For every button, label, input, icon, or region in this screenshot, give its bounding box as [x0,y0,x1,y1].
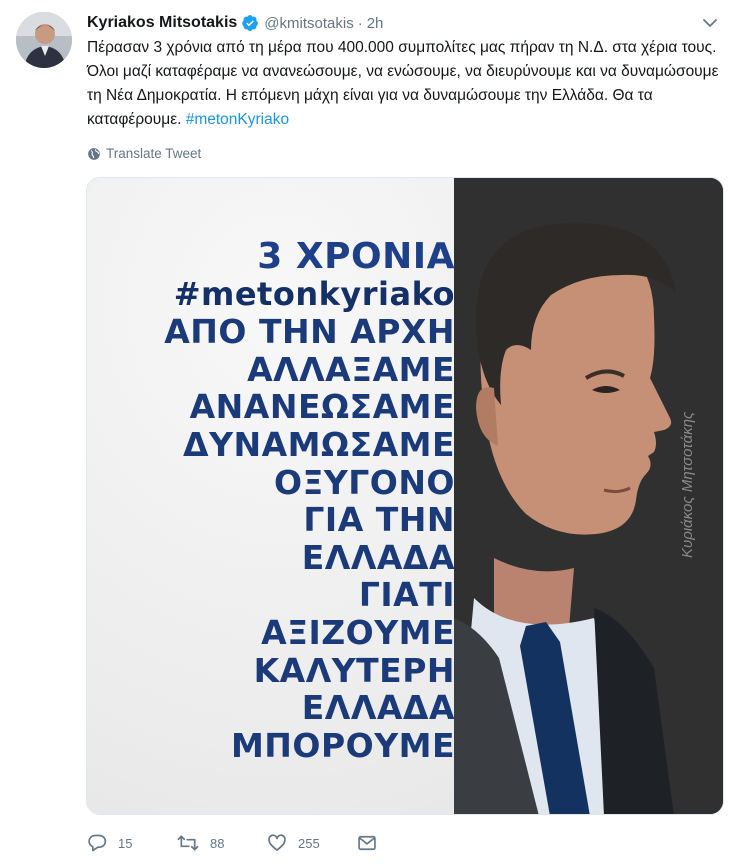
avatar[interactable] [16,12,72,68]
tweet-media-image[interactable]: 3 ΧΡΟΝΙΑ #metonkyriako ΑΠΟ ΤΗΝ ΑΡΧΗ ΑΛΛΑ… [86,177,724,815]
slogan-line: ΓΙΑΤΙ [358,575,455,615]
like-button[interactable]: 255 [267,833,357,853]
chevron-down-icon[interactable] [701,14,719,32]
verified-badge-icon [242,15,259,31]
tweet-actions: 15 88 255 [87,832,388,854]
slogan-line: #metonkyriako [173,274,455,313]
direct-message-icon [358,835,376,851]
retweet-count: 88 [210,835,225,851]
slogan-line: ΕΛΛΑΔΑ [301,688,455,728]
like-icon [268,834,286,851]
slogan-line: ΜΠΟΡΟΥΜΕ [230,725,455,765]
slogan-line: ΓΙΑ ΤΗΝ [303,500,455,540]
slogan-text: 3 ΧΡΟΝΙΑ #metonkyriako ΑΠΟ ΤΗΝ ΑΡΧΗ ΑΛΛΑ… [87,238,455,764]
slogan-line: ΟΞΥΓΟΝΟ [273,462,455,502]
reply-button[interactable]: 15 [87,833,177,853]
slogan-line: 3 ΧΡΟΝΙΑ [257,236,455,277]
retweet-button[interactable]: 88 [177,833,267,853]
like-count: 255 [298,835,320,851]
slogan-line: ΚΑΛΥΤΕΡΗ [253,650,455,690]
reply-icon [88,834,107,852]
slogan-line: ΑΝΑΝΕΩΣΑΜΕ [189,387,455,427]
translate-label: Translate Tweet [106,146,202,161]
author-handle[interactable]: @kmitsotakis [264,15,353,32]
translate-tweet-button[interactable]: Translate Tweet [87,146,201,161]
globe-icon [88,147,100,160]
avatar-photo [16,12,72,68]
author-name[interactable]: Kyriakos Mitsotakis [87,14,237,32]
direct-message-button[interactable] [357,833,388,853]
retweet-icon [177,835,199,851]
tweet-body: Πέρασαν 3 χρόνια από τη μέρα που 400.000… [87,39,719,128]
slogan-line: ΑΛΛΑΞΑΜΕ [247,349,455,389]
header-separator: · [357,14,363,32]
slogan-line: ΑΞΙΖΟΥΜΕ [261,612,455,652]
signature-watermark: Κυριάκος Μητσοτάκης [679,411,696,558]
tweet-text: Πέρασαν 3 χρόνια από τη μέρα που 400.000… [87,36,727,132]
tweet[interactable]: Kyriakos Mitsotakis @kmitsotakis · 2h Πέ… [0,0,735,868]
tweet-time[interactable]: 2h [367,15,384,32]
hashtag-link[interactable]: #metonKyriako [186,111,289,128]
tweet-header: Kyriakos Mitsotakis @kmitsotakis · 2h [87,12,383,34]
slogan-line: ΕΛΛΑΔΑ [301,537,455,577]
slogan-line: ΑΠΟ ΤΗΝ ΑΡΧΗ [164,312,455,352]
reply-count: 15 [118,835,133,851]
slogan-line: ΔΥΝΑΜΩΣΑΜΕ [183,424,455,464]
